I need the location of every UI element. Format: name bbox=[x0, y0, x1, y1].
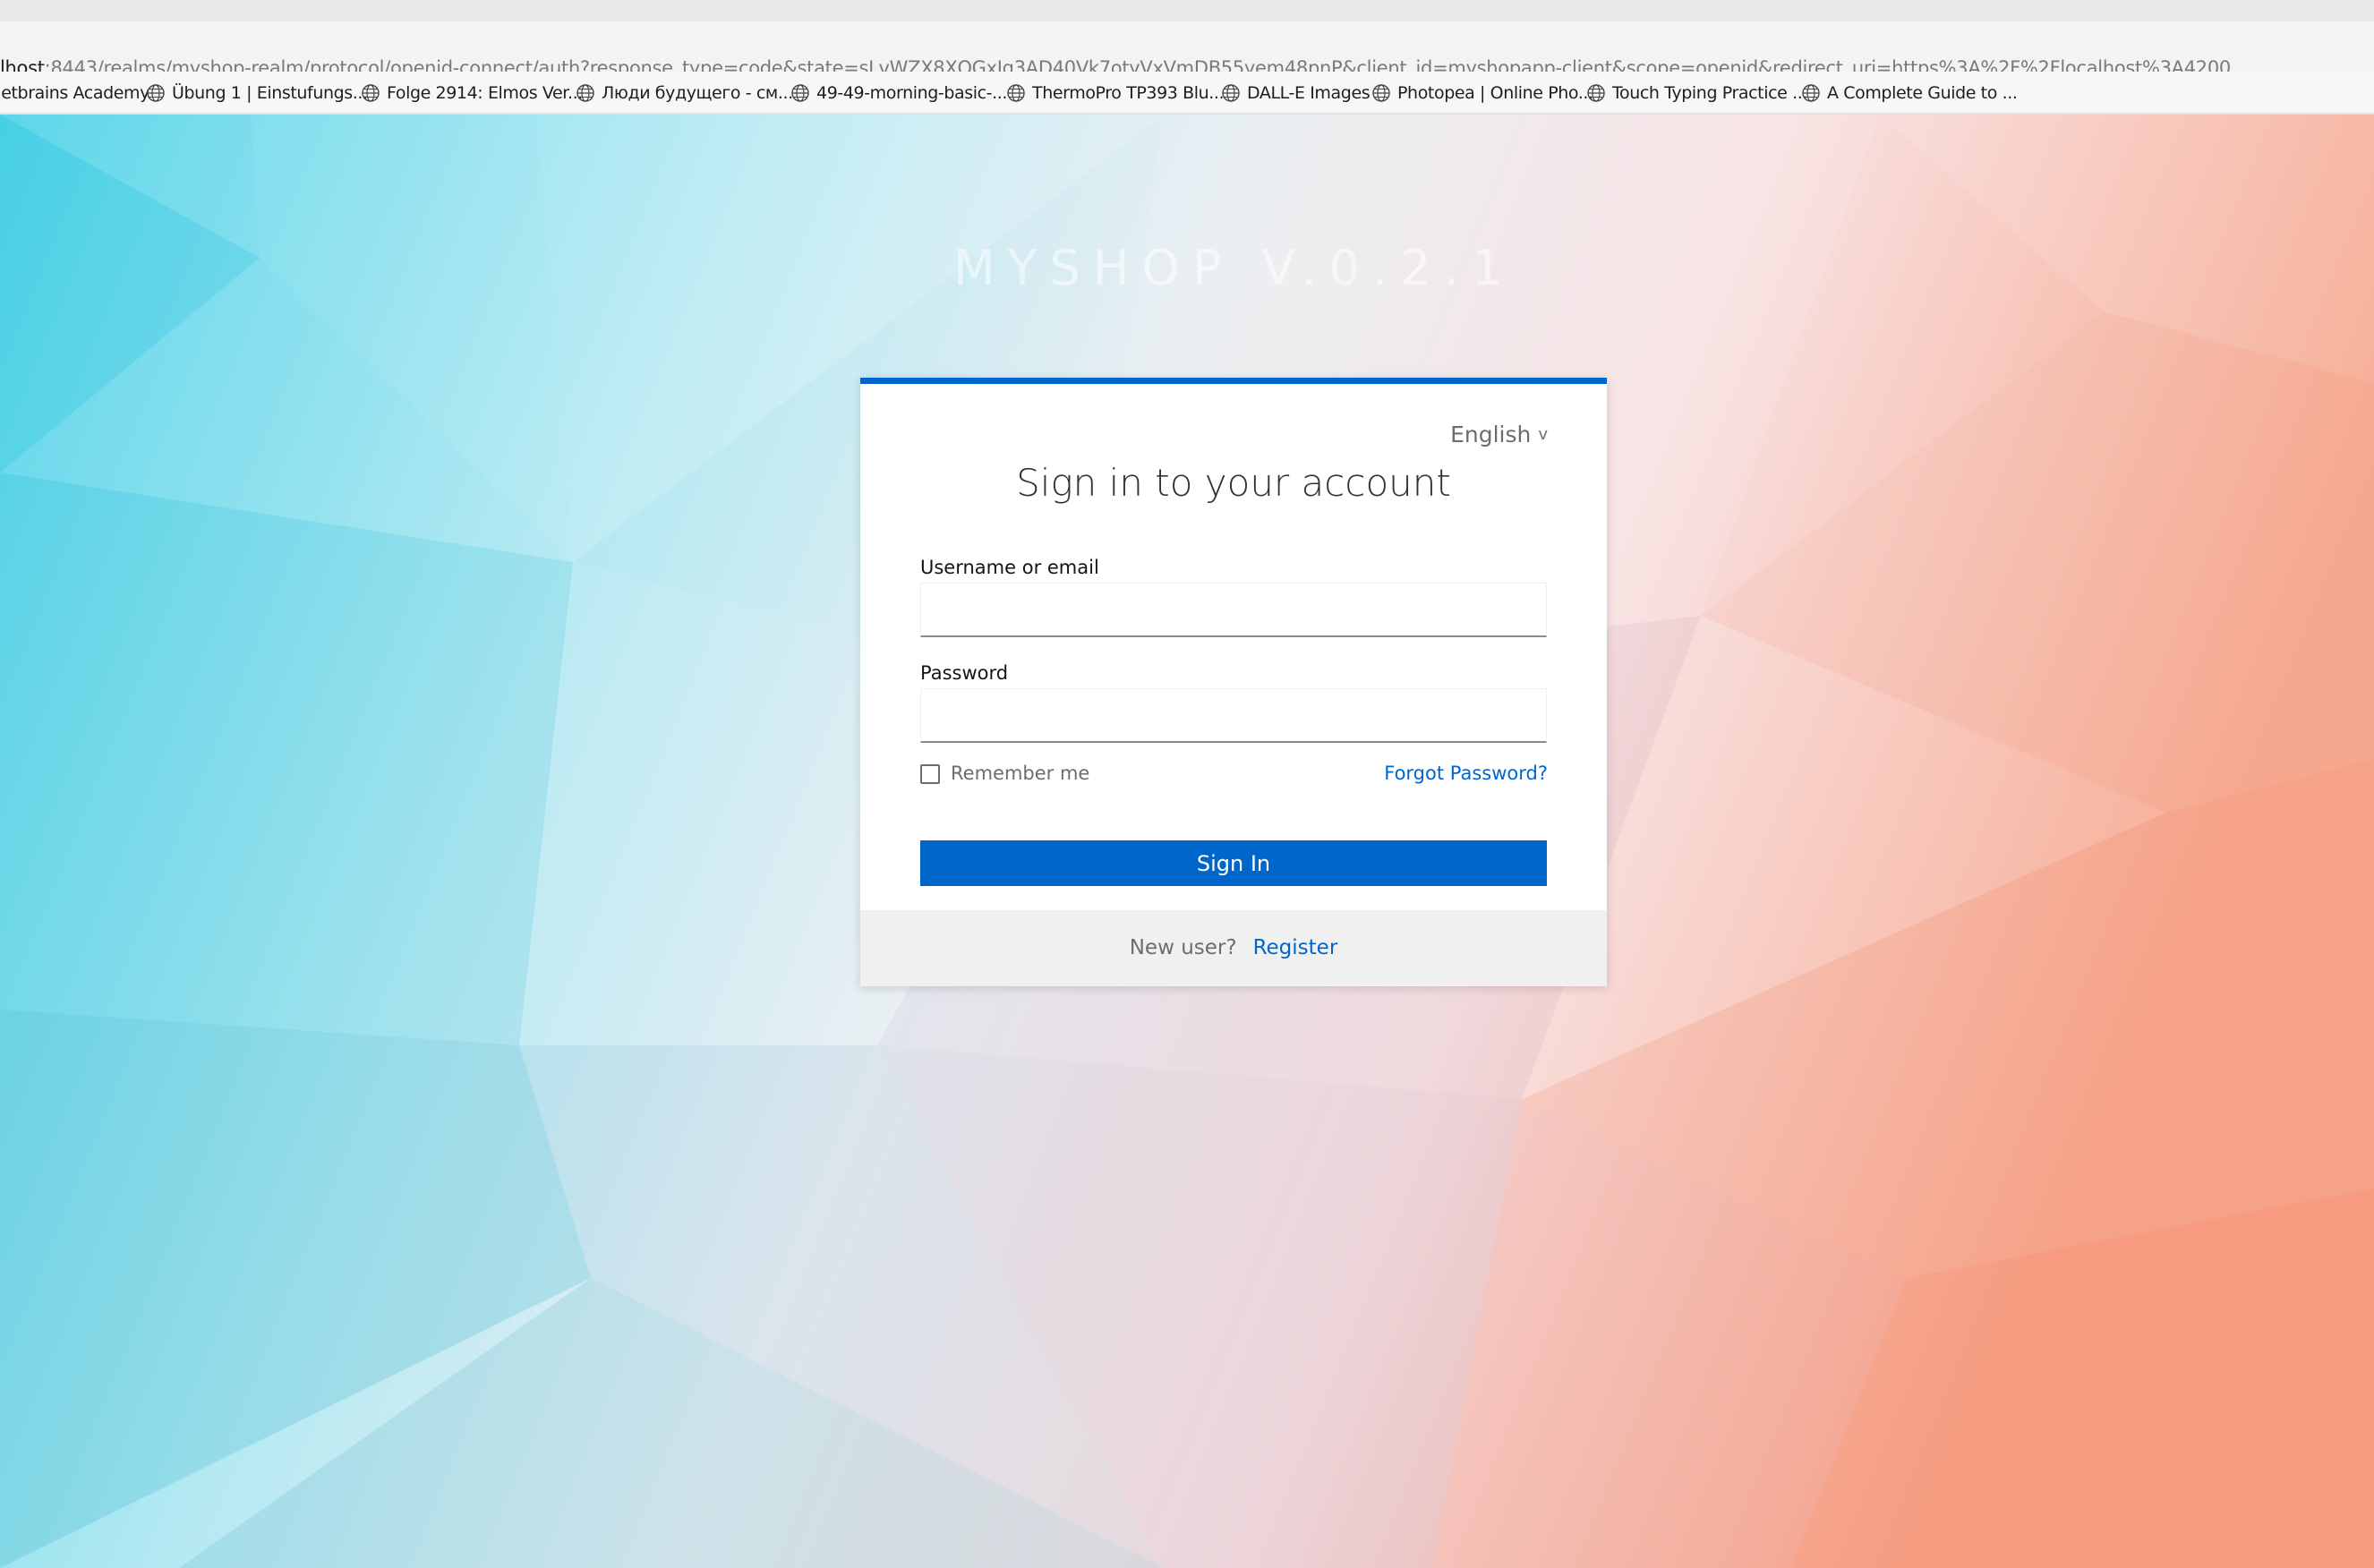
bookmark-label: 49-49-morning-basic-... bbox=[816, 83, 1008, 103]
globe-icon bbox=[791, 84, 809, 102]
bookmark-label: A Complete Guide to ... bbox=[1827, 83, 2018, 103]
address-bar[interactable]: lhost:8443/realms/myshop-realm/protocol/… bbox=[0, 0, 2374, 79]
bookmark-label: Übung 1 | Einstufungs... bbox=[172, 83, 368, 103]
bookmark-folge[interactable]: Folge 2914: Elmos Ver... bbox=[361, 81, 583, 106]
register-footer: New user? Register bbox=[860, 910, 1607, 986]
globe-icon bbox=[1587, 84, 1605, 102]
bookmark-label: ThermoPro TP393 Blu... bbox=[1032, 83, 1225, 103]
remember-me-checkbox[interactable] bbox=[920, 764, 940, 784]
globe-icon bbox=[1372, 84, 1390, 102]
bookmark-label: Photopea | Online Pho... bbox=[1397, 83, 1593, 103]
remember-me-label[interactable]: Remember me bbox=[951, 763, 1089, 784]
sign-in-button[interactable]: Sign In bbox=[920, 840, 1547, 886]
chevron-down-icon: v bbox=[1538, 425, 1548, 444]
brand-title: MYSHOP V.0.2.1 bbox=[952, 240, 1516, 296]
globe-icon bbox=[147, 84, 165, 102]
language-label: English bbox=[1450, 422, 1532, 447]
globe-icon bbox=[1007, 84, 1025, 102]
bookmark-complete-guide[interactable]: A Complete Guide to ... bbox=[1801, 81, 2018, 106]
page-title: Sign in to your account bbox=[1016, 461, 1451, 505]
bookmark-label: Touch Typing Practice ... bbox=[1612, 83, 1807, 103]
globe-icon bbox=[362, 84, 380, 102]
bookmark-label: Folge 2914: Elmos Ver... bbox=[387, 83, 583, 103]
bookmark-label: Люди будущего - см... bbox=[602, 83, 793, 103]
globe-icon bbox=[1222, 84, 1240, 102]
bookmark-jetbrains[interactable]: Jetbrains Academy bbox=[0, 81, 149, 106]
forgot-password-link[interactable]: Forgot Password? bbox=[1384, 763, 1548, 784]
bookmark-touch-typing[interactable]: Touch Typing Practice ... bbox=[1586, 81, 1807, 106]
username-input[interactable] bbox=[920, 583, 1547, 637]
bookmarks-bar: Jetbrains Academy Übung 1 | Einstufungs.… bbox=[0, 72, 2374, 115]
register-link[interactable]: Register bbox=[1253, 936, 1338, 959]
login-card: English v Sign in to your account Usernam… bbox=[860, 378, 1607, 986]
bookmark-thermopro[interactable]: ThermoPro TP393 Blu... bbox=[1006, 81, 1225, 106]
globe-icon bbox=[1802, 84, 1820, 102]
password-input[interactable] bbox=[920, 688, 1547, 743]
globe-icon bbox=[576, 84, 594, 102]
bookmark-dalle[interactable]: DALL-E Images bbox=[1221, 81, 1371, 106]
new-user-text: New user? bbox=[1129, 936, 1237, 959]
bookmark-lyudi[interactable]: Люди будущего - см... bbox=[576, 81, 793, 106]
username-label: Username or email bbox=[920, 557, 1099, 578]
language-selector[interactable]: English v bbox=[1450, 422, 1548, 447]
password-label: Password bbox=[920, 662, 1009, 684]
bookmark-label: Jetbrains Academy bbox=[0, 83, 149, 103]
bookmark-morning[interactable]: 49-49-morning-basic-... bbox=[790, 81, 1007, 106]
bookmark-uebung[interactable]: Übung 1 | Einstufungs... bbox=[146, 81, 368, 106]
bookmark-photopea[interactable]: Photopea | Online Pho... bbox=[1371, 81, 1593, 106]
bookmark-label: DALL-E Images bbox=[1247, 83, 1371, 103]
